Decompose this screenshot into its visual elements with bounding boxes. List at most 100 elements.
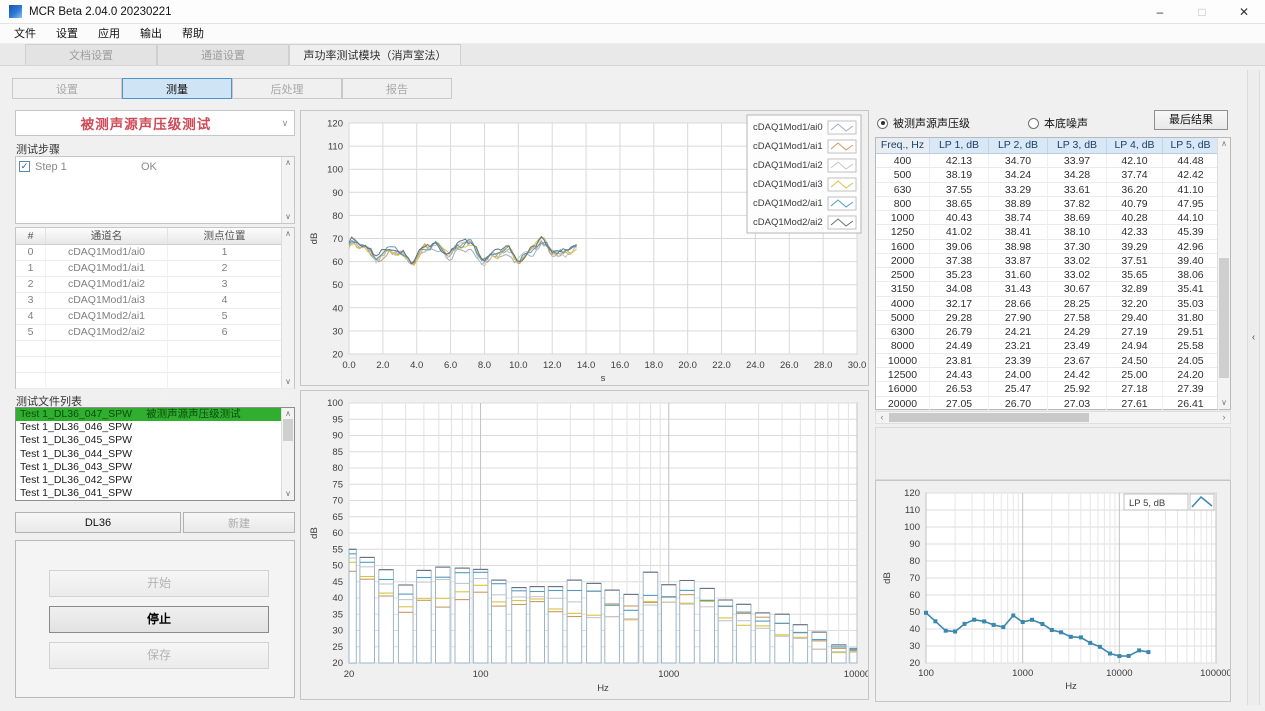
list-item[interactable]: Test 1_DL36_047_SPW被测声源声压级测试 [16,408,294,421]
stop-button[interactable]: 停止 [49,606,269,633]
chevron-down-icon[interactable]: ∨ [276,118,294,129]
list-item[interactable]: Test 1_DL36_044_SPW [16,448,294,461]
column-header[interactable]: LP 3, dB [1048,138,1107,153]
sub-tab-0[interactable]: 设置 [12,78,122,99]
column-header[interactable]: LP 1, dB [930,138,989,153]
table-row[interactable]: 63037.5533.2933.6136.2041.10 [876,183,1230,197]
step-row[interactable]: ✓Step 1OK [16,157,294,173]
radio-option-0[interactable]: 被测声源声压级 [877,115,970,131]
table-row[interactable]: 200037.3833.8733.0237.5139.40 [876,254,1230,268]
table-horizontal-scrollbar[interactable]: ‹ › [875,411,1231,424]
table-cell: cDAQ1Mod1/ai3 [46,293,168,308]
svg-text:35: 35 [332,609,343,620]
menu-item-1[interactable]: 设置 [46,23,88,44]
test-file-list[interactable]: Test 1_DL36_047_SPW被测声源声压级测试Test 1_DL36_… [15,407,295,501]
list-item[interactable]: Test 1_DL36_046_SPW [16,421,294,434]
sub-tab-2[interactable]: 后处理 [232,78,342,99]
svg-text:65: 65 [332,512,343,523]
scroll-down-icon[interactable]: ∨ [282,377,294,387]
table-row[interactable]: 100040.4338.7438.6940.2844.10 [876,211,1230,225]
main-tab-0[interactable]: 文档设置 [25,44,157,65]
table-row[interactable]: 50038.1934.2434.2837.7442.42 [876,168,1230,182]
vertical-scroll-thumb[interactable] [283,419,293,441]
checkbox-icon[interactable]: ✓ [19,161,30,172]
chart-legend: LP 5, dB [1124,494,1214,510]
table-row[interactable]: 630026.7924.2124.2927.1929.51 [876,325,1230,339]
table-row[interactable]: 800024.4923.2123.4924.9425.58 [876,339,1230,353]
scroll-up-icon[interactable]: ∧ [282,158,294,168]
svg-text:80: 80 [332,463,343,474]
svg-text:55: 55 [332,544,343,555]
table-row[interactable]: 1000023.8123.3923.6724.5024.05 [876,354,1230,368]
dl36-button[interactable]: DL36 [15,512,181,533]
menu-item-3[interactable]: 输出 [130,23,172,44]
test-type-dropdown[interactable]: 被测声源声压级测试 ∨ [15,110,295,136]
svg-text:22.0: 22.0 [712,360,731,371]
table-row[interactable]: 500029.2827.9027.5829.4031.80 [876,311,1230,325]
table-row[interactable]: 0cDAQ1Mod1/ai01 [16,245,294,261]
level-result-table[interactable]: Freq., HzLP 1, dBLP 2, dBLP 3, dBLP 4, d… [875,137,1231,410]
scroll-down-icon[interactable]: ∨ [282,212,294,222]
start-button[interactable]: 开始 [49,570,269,597]
table-row[interactable]: 1cDAQ1Mod1/ai12 [16,261,294,277]
table-row[interactable]: 3cDAQ1Mod1/ai34 [16,293,294,309]
minimize-button[interactable]: – [1139,0,1181,23]
menu-item-4[interactable]: 帮助 [172,23,214,44]
table-row[interactable]: 250035.2331.6033.0235.6538.06 [876,268,1230,282]
scroll-down-icon[interactable]: ∨ [1218,398,1230,408]
table-row[interactable]: 1250024.4324.0024.4225.0024.20 [876,368,1230,382]
list-item[interactable]: Test 1_DL36_041_SPW [16,487,294,500]
save-button[interactable]: 保存 [49,642,269,669]
table-row[interactable]: 125041.0238.4138.1042.3345.39 [876,225,1230,239]
table-row[interactable]: 4cDAQ1Mod2/ai15 [16,309,294,325]
table-row[interactable]: 40042.1334.7033.9742.1044.48 [876,154,1230,168]
list-item[interactable]: Test 1_DL36_043_SPW [16,461,294,474]
table-row[interactable]: 2000027.0526.7027.0327.6126.41 [876,397,1230,411]
channel-table-scrollbar[interactable]: ∧∨ [281,228,294,388]
radio-icon[interactable] [877,118,888,129]
file-list-scrollbar[interactable]: ∧∨ [281,408,294,500]
scroll-up-icon[interactable]: ∧ [1218,139,1230,149]
table-row[interactable]: 80038.6538.8937.8240.7947.95 [876,197,1230,211]
scroll-right-icon[interactable]: › [1218,412,1230,423]
column-header: # [16,228,46,244]
collapse-left-icon[interactable]: ‹ [1248,332,1259,343]
table-row[interactable]: 160039.0638.9837.3039.2942.96 [876,240,1230,254]
scroll-up-icon[interactable]: ∧ [282,409,294,419]
radio-option-1[interactable]: 本底噪声 [1028,115,1088,131]
menu-item-2[interactable]: 应用 [88,23,130,44]
scroll-up-icon[interactable]: ∧ [282,229,294,239]
table-row[interactable]: 5cDAQ1Mod2/ai26 [16,325,294,341]
main-tab-2[interactable]: 声功率测试模块（消声室法） [289,44,461,65]
vertical-scroll-thumb[interactable] [1219,258,1229,378]
list-item[interactable]: Test 1_DL36_045_SPW [16,434,294,447]
test-steps-list[interactable]: ✓Step 1OK∧∨ [15,156,295,224]
menu-item-0[interactable]: 文件 [4,23,46,44]
channel-table[interactable]: #通道名测点位置0cDAQ1Mod1/ai011cDAQ1Mod1/ai122c… [15,227,295,389]
scroll-left-icon[interactable]: ‹ [876,412,888,423]
steps-scrollbar[interactable]: ∧∨ [281,157,294,223]
main-tab-1[interactable]: 通道设置 [157,44,289,65]
svg-text:28.0: 28.0 [814,360,833,371]
right-splitter[interactable]: ‹ [1247,70,1260,705]
sub-tab-3[interactable]: 报告 [342,78,452,99]
list-item[interactable]: Test 1_DL36_042_SPW [16,474,294,487]
result-table-scrollbar[interactable]: ∧∨ [1217,138,1230,409]
horizontal-scroll-thumb[interactable] [889,413,1089,422]
table-row[interactable]: 400032.1728.6628.2532.2035.03 [876,297,1230,311]
window-controls: – □ ✕ [1139,0,1265,23]
column-header[interactable]: Freq., Hz [876,138,930,153]
column-header[interactable]: LP 4, dB [1107,138,1163,153]
table-row[interactable]: 1600026.5325.4725.9227.1827.39 [876,382,1230,396]
radio-icon[interactable] [1028,118,1039,129]
column-header[interactable]: LP 5, dB [1163,138,1219,153]
maximize-button[interactable]: □ [1181,0,1223,23]
table-row[interactable]: 315034.0831.4330.6732.8935.41 [876,282,1230,296]
scroll-down-icon[interactable]: ∨ [282,489,294,499]
final-result-button[interactable]: 最后结果 [1154,110,1228,130]
column-header[interactable]: LP 2, dB [989,138,1048,153]
close-button[interactable]: ✕ [1223,0,1265,23]
sub-tab-1[interactable]: 测量 [122,78,232,99]
table-row[interactable]: 2cDAQ1Mod1/ai23 [16,277,294,293]
new-button[interactable]: 新建 [183,512,295,533]
